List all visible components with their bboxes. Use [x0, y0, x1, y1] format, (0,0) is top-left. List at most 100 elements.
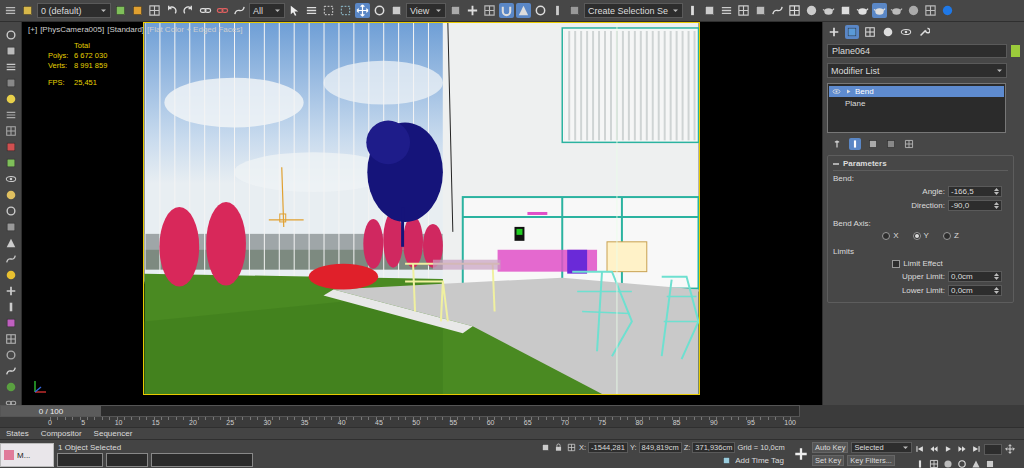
- axis-label[interactable]: Z: [954, 231, 959, 240]
- keyboard-shortcut-icon[interactable]: [482, 3, 497, 18]
- coordinate-field[interactable]: 371,936cm: [692, 442, 735, 453]
- parameter-value[interactable]: -90,0: [951, 201, 969, 210]
- zoom-icon[interactable]: [942, 458, 954, 468]
- workspace-icon[interactable]: [923, 3, 938, 18]
- track-bar[interactable]: 0510152025303540455055606570758085909510…: [0, 417, 1024, 427]
- camera-view[interactable]: [143, 22, 700, 395]
- limit-effect-checkbox[interactable]: [892, 260, 900, 268]
- radio-button[interactable]: [882, 232, 890, 240]
- taskbar-thumbnail[interactable]: [57, 453, 103, 467]
- viewport-menu[interactable]: [PhysCamera005]: [40, 25, 104, 34]
- freeze-icon[interactable]: [4, 140, 18, 154]
- light-icon[interactable]: [4, 92, 18, 106]
- parameter-value[interactable]: -166,5: [951, 187, 974, 196]
- checkbox-label[interactable]: Limit Effect: [903, 259, 942, 268]
- modifier-name[interactable]: Plane: [845, 99, 865, 108]
- time-slider-track[interactable]: 0 / 100: [0, 405, 800, 417]
- auto-key-label[interactable]: Auto Key: [815, 443, 845, 452]
- axis-label[interactable]: Y: [924, 231, 929, 240]
- named-selection-set-field[interactable]: Create Selection Se: [584, 3, 683, 18]
- set-keys-icon[interactable]: [792, 445, 810, 463]
- configure-modifier-sets-icon[interactable]: [903, 138, 915, 150]
- make-unique-icon[interactable]: [867, 138, 879, 150]
- dropdown-arrow-icon[interactable]: [435, 7, 442, 14]
- spinner-snap-icon[interactable]: [550, 3, 565, 18]
- dropdown-arrow-icon[interactable]: [274, 7, 281, 14]
- orbit-icon[interactable]: [956, 458, 968, 468]
- show-end-result-icon[interactable]: [849, 138, 861, 150]
- viewport-menu[interactable]: [+]: [28, 25, 37, 34]
- xrefs-icon[interactable]: [4, 348, 18, 362]
- helpers-icon[interactable]: [4, 236, 18, 250]
- redo-icon[interactable]: [181, 3, 196, 18]
- parameter-spinner[interactable]: -166,5: [948, 186, 1002, 197]
- spinner-arrows-icon[interactable]: [994, 201, 999, 210]
- rebusfarm-icon[interactable]: [940, 3, 955, 18]
- angle-snap-icon[interactable]: [516, 3, 531, 18]
- render-production-icon[interactable]: [855, 3, 870, 18]
- coordinate-value[interactable]: 371,936cm: [695, 443, 732, 452]
- key-filters-label[interactable]: Key Filters...: [850, 456, 892, 465]
- axis-radio[interactable]: Z: [943, 231, 959, 240]
- cameras-icon[interactable]: [4, 220, 18, 234]
- display-icon[interactable]: [4, 76, 18, 90]
- spline-icon[interactable]: [4, 364, 18, 378]
- layer-stack-icon[interactable]: [20, 3, 35, 18]
- time-tag-icon[interactable]: [721, 455, 732, 466]
- parameter-spinner[interactable]: 0,0cm: [948, 285, 1002, 296]
- select-scale-icon[interactable]: [389, 3, 404, 18]
- groups-icon[interactable]: [4, 316, 18, 330]
- select-by-name-icon[interactable]: [304, 3, 319, 18]
- taskbar-label[interactable]: M...: [17, 451, 30, 460]
- curve-editor-icon[interactable]: [770, 3, 785, 18]
- select-move-icon[interactable]: [355, 3, 370, 18]
- modifier-stack-item[interactable]: Bend: [829, 86, 1004, 97]
- pivot-center-icon[interactable]: [448, 3, 463, 18]
- next-frame-icon[interactable]: [956, 443, 968, 455]
- dropdown-arrow-icon[interactable]: [672, 7, 679, 14]
- containers-icon[interactable]: [4, 332, 18, 346]
- spinner-arrows-icon[interactable]: [994, 286, 999, 295]
- current-frame[interactable]: 0 / 100: [39, 407, 63, 416]
- coordinate-field[interactable]: 849,819cm: [639, 442, 682, 453]
- axis-radio[interactable]: X: [882, 231, 898, 240]
- spinner-arrows-icon[interactable]: [994, 272, 999, 281]
- hide-icon[interactable]: [4, 172, 18, 186]
- radio-button[interactable]: [913, 232, 921, 240]
- mirror-icon[interactable]: [685, 3, 700, 18]
- dropdown-arrow-icon[interactable]: [996, 67, 1003, 74]
- modifier-stack-item[interactable]: Plane: [829, 98, 1004, 108]
- isolate-selection-icon[interactable]: [540, 442, 551, 453]
- rollout-title[interactable]: Parameters: [843, 159, 887, 168]
- dropdown-arrow-icon[interactable]: [100, 7, 107, 14]
- viewport-menu[interactable]: [Standard]: [107, 25, 144, 34]
- visibility-bulb-icon[interactable]: [831, 86, 842, 97]
- rendered-frame-window-icon[interactable]: [838, 3, 853, 18]
- toggle-layer-explorer-icon[interactable]: [736, 3, 751, 18]
- coordinate-value[interactable]: -1544,281: [591, 443, 625, 452]
- selection-filter-dropdown[interactable]: All: [249, 3, 285, 18]
- spinner-arrows-icon[interactable]: [994, 187, 999, 196]
- taskbar-thumbnail[interactable]: [151, 453, 253, 467]
- pan-icon[interactable]: [1004, 443, 1016, 455]
- limit-effect-row[interactable]: Limit Effect: [833, 259, 1008, 268]
- link-icon[interactable]: [198, 3, 213, 18]
- auto-key-button[interactable]: Auto Key: [812, 442, 848, 453]
- bottom-tab[interactable]: Sequencer: [94, 429, 133, 438]
- create-tab-icon[interactable]: [827, 25, 841, 39]
- selection-filter-dropdown-value[interactable]: All: [253, 6, 263, 16]
- a360-icon[interactable]: [906, 3, 921, 18]
- object-name[interactable]: Plane064: [832, 46, 870, 56]
- parameter-value[interactable]: 0,0cm: [951, 272, 973, 281]
- modifier-list-dropdown-value[interactable]: Modifier List: [831, 66, 880, 76]
- select-rotate-icon[interactable]: [372, 3, 387, 18]
- layer-dropdown[interactable]: 0 (default): [37, 3, 111, 18]
- window-crossing-icon[interactable]: [338, 3, 353, 18]
- display-tab-icon[interactable]: [899, 25, 913, 39]
- hierarchy-icon[interactable]: [4, 124, 18, 138]
- time-slider[interactable]: 0 / 100: [1, 406, 101, 416]
- field-of-view-icon[interactable]: [970, 458, 982, 468]
- key-mode-dropdown[interactable]: Selected: [851, 442, 912, 453]
- play-icon[interactable]: [942, 443, 954, 455]
- axis-label[interactable]: X: [893, 231, 898, 240]
